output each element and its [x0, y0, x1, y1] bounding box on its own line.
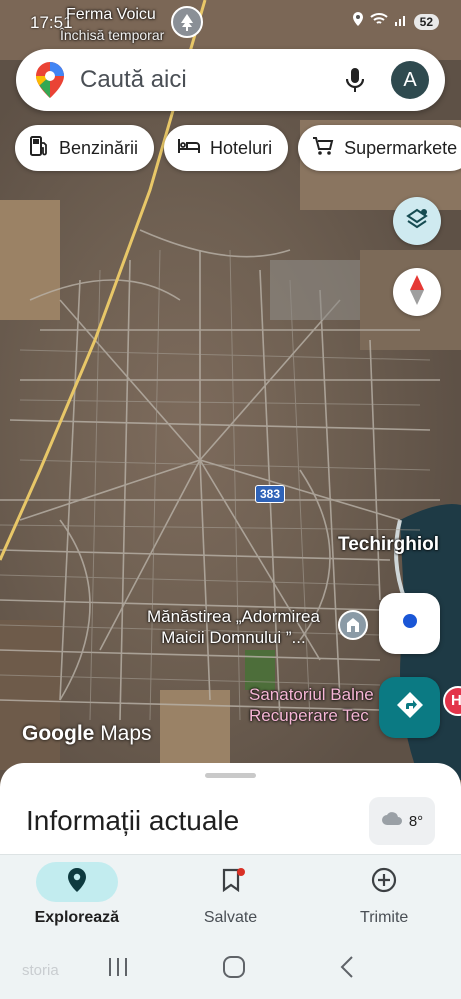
location-pin-icon — [67, 867, 86, 897]
search-input[interactable]: Caută aici — [80, 66, 341, 94]
poi-status-label: Închisă temporar — [60, 27, 165, 43]
sheet-drag-handle[interactable] — [205, 773, 256, 778]
nav-saved-pill — [190, 862, 272, 902]
my-location-icon — [402, 613, 418, 634]
system-navigation-bar — [0, 940, 461, 999]
town-label[interactable]: Techirghiol — [338, 534, 439, 556]
nav-contribute[interactable]: Trimite — [307, 855, 461, 940]
chip-label: Supermarkete — [344, 137, 458, 158]
watermark: storia — [22, 962, 59, 979]
layers-icon — [405, 207, 429, 236]
compass-button[interactable] — [393, 268, 441, 316]
nav-saved[interactable]: Salvate — [154, 855, 308, 940]
satellite-imagery — [0, 0, 461, 780]
notification-dot — [236, 868, 245, 876]
sheet-title: Informații actuale — [26, 805, 240, 836]
chip-supermarkets[interactable]: Supermarkete — [298, 125, 461, 171]
directions-button[interactable] — [379, 677, 440, 738]
temperature-value: 8° — [408, 812, 424, 830]
google-maps-pin-icon — [36, 62, 64, 98]
bed-icon — [178, 138, 201, 159]
nav-label: Salvate — [203, 909, 258, 926]
search-bar[interactable]: Caută aici A — [16, 49, 445, 111]
google-maps-attribution: Google Maps — [22, 722, 152, 746]
home-icon[interactable] — [222, 955, 246, 984]
chip-hotels[interactable]: Hoteluri — [164, 125, 289, 171]
attribution-maps: Maps — [100, 722, 152, 745]
cloud-icon — [381, 812, 403, 830]
nav-label: Explorează — [34, 909, 120, 926]
nav-explore-pill — [35, 862, 118, 902]
monastery-line-2: Maicii Domnului ”... — [161, 628, 306, 647]
back-icon[interactable] — [339, 955, 355, 984]
chip-gas-stations[interactable]: Benzinării — [15, 125, 155, 171]
map-view[interactable]: 17:51 52 Ferma Voicu Închisă temporar Ca — [0, 0, 461, 780]
church-pin-icon[interactable] — [338, 610, 368, 640]
battery-badge: 52 — [413, 13, 439, 30]
add-circle-icon — [371, 867, 397, 898]
directions-icon — [395, 690, 425, 725]
chip-label: Hoteluri — [210, 137, 273, 158]
location-status-icon — [352, 12, 364, 31]
attribution-google: Google — [22, 722, 95, 745]
sanatorium-line-1: Sanatoriul Balne — [249, 685, 374, 704]
bottom-navigation: Explorează Salvate Trimite — [0, 854, 461, 940]
cart-icon — [312, 136, 334, 161]
poi-tree-pin-icon[interactable] — [171, 6, 203, 38]
poi-name-label[interactable]: Ferma Voicu — [66, 6, 156, 23]
monastery-line-1: Mănăstirea „Adormirea — [147, 607, 320, 626]
status-icons: 52 — [352, 12, 439, 31]
sanatorium-label[interactable]: Sanatoriul Balne Recuperare Tec — [249, 684, 374, 726]
layers-button[interactable] — [393, 197, 441, 245]
microphone-icon[interactable] — [341, 66, 369, 94]
recent-apps-icon[interactable] — [107, 957, 129, 982]
chip-label: Benzinării — [59, 137, 139, 158]
category-chips: Benzinării Hoteluri Supermarkete — [15, 125, 461, 171]
compass-icon — [410, 274, 424, 310]
nav-label: Trimite — [360, 909, 409, 926]
sanatorium-line-2: Recuperare Tec — [249, 706, 369, 725]
nav-explore[interactable]: Explorează — [0, 855, 154, 940]
signal-icon — [394, 12, 408, 31]
road-number-shield: 383 — [255, 485, 286, 503]
my-location-button[interactable] — [379, 593, 440, 654]
bottom-sheet[interactable]: Informații actuale 8° — [0, 763, 461, 863]
nav-contribute-pill — [343, 862, 425, 902]
weather-badge[interactable]: 8° — [369, 797, 435, 845]
wifi-icon — [369, 12, 388, 31]
account-avatar[interactable]: A — [391, 61, 429, 99]
monastery-label[interactable]: Mănăstirea „Adormirea Maicii Domnului ”.… — [147, 606, 320, 648]
gas-station-icon — [29, 135, 49, 162]
